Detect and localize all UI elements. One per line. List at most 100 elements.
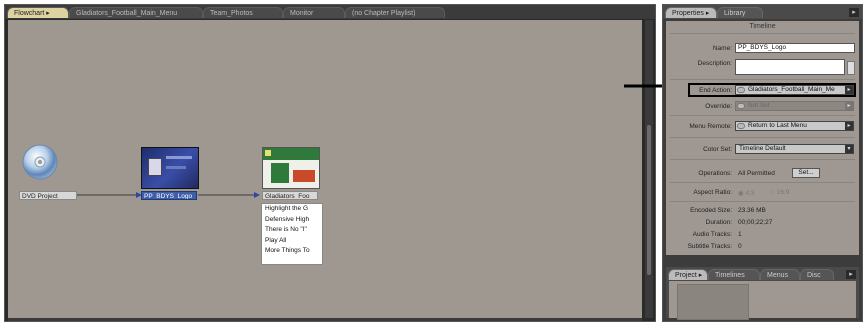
description-field[interactable]	[735, 59, 845, 75]
node-label-menu[interactable]: Gladiators_Foo	[262, 191, 318, 200]
link-pickwhip-icon[interactable]	[737, 103, 745, 109]
tab-label: Disc	[807, 272, 821, 279]
dropdown-arrow-icon[interactable]: ▸	[845, 86, 853, 94]
properties-panel: Properties ▸ Library ▸ Timeline Name: PP…	[662, 4, 863, 322]
tab-label: Team_Photos	[210, 10, 253, 17]
description-scroll[interactable]	[847, 61, 855, 75]
menu-button-item[interactable]: Play All	[262, 236, 322, 247]
tab-menus[interactable]: Menus	[760, 269, 800, 280]
aspect-4-3-radio[interactable]: ◉ 4:3	[738, 189, 755, 197]
encoded-size-value: 23.36 MB	[738, 207, 766, 214]
divider	[670, 137, 855, 138]
flowchart-canvas[interactable]: DVD Project PP_BDYS_Logo Gladiators_Foo …	[8, 20, 642, 318]
operations-label: Operations:	[698, 170, 732, 177]
menu-buttons-list: Highlight the G Defensive High There is …	[261, 203, 323, 265]
override-label: Override:	[705, 103, 732, 110]
section-title: Timeline	[749, 23, 776, 30]
flowchart-panel: Flowchart ▸ Gladiators_Football_Main_Men…	[4, 4, 656, 322]
menu-remote-value: Return to Last Menu	[748, 122, 807, 129]
dropdown-arrow-icon[interactable]: ▸	[845, 102, 853, 110]
duration-label: Duration:	[705, 219, 732, 226]
override-dropdown[interactable]: Not Set ▸	[735, 101, 854, 111]
divider	[670, 201, 855, 202]
menu-thumb-bricks	[293, 170, 315, 182]
aspect-ratio-label: Aspect Ratio:	[693, 189, 732, 196]
tab-label: Monitor	[290, 10, 314, 17]
set-operations-button[interactable]: Set...	[792, 168, 820, 178]
tab-label: Library	[724, 10, 746, 17]
tab-label: Menus	[767, 272, 789, 279]
tab-label: Timelines	[715, 272, 745, 279]
name-field[interactable]: PP_BDYS_Logo	[735, 43, 855, 53]
operations-value: All Permitted	[738, 170, 775, 177]
project-preview-thumbnail	[677, 284, 749, 320]
menu-button-item[interactable]: Highlight the G	[262, 204, 322, 215]
tab-label: Flowchart	[14, 10, 45, 17]
divider	[670, 33, 855, 34]
tab-timelines[interactable]: Timelines	[708, 269, 760, 280]
divider	[670, 182, 855, 183]
flowchart-connectors	[74, 192, 260, 198]
color-set-dropdown[interactable]: Timeline Default ▾	[735, 144, 854, 154]
properties-content: Timeline Name: PP_BDYS_Logo Description:…	[666, 21, 859, 255]
tab-label: Properties	[672, 10, 704, 17]
divider	[670, 79, 855, 80]
project-tab-bar: Project ▸ Timelines Menus Disc ▸	[666, 267, 859, 281]
tab-disc[interactable]: Disc	[800, 269, 834, 280]
tab-library[interactable]: Library	[717, 7, 763, 18]
description-label: Description:	[697, 60, 732, 67]
audio-tracks-label: Audio Tracks:	[692, 231, 732, 238]
menu-thumbnail-icon[interactable]	[262, 147, 320, 189]
flowchart-tab-bar: Flowchart ▸ Gladiators_Football_Main_Men…	[5, 5, 655, 19]
tab-project[interactable]: Project ▸	[668, 269, 708, 280]
menu-thumb-panel	[271, 163, 289, 183]
connector-arrowhead	[254, 192, 260, 198]
tab-label: Project	[675, 272, 697, 279]
menu-button-item[interactable]: There is No "I"	[262, 225, 322, 236]
menu-button-item[interactable]: More Things To	[262, 246, 322, 257]
name-label: Name:	[712, 45, 732, 52]
tab-main-menu[interactable]: Gladiators_Football_Main_Menu	[69, 7, 203, 18]
timeline-thumb-logo	[148, 158, 162, 176]
tab-flowchart[interactable]: Flowchart ▸	[7, 7, 69, 18]
tab-monitor[interactable]: Monitor	[283, 7, 345, 18]
dropdown-arrow-icon[interactable]: ▾	[845, 145, 853, 153]
vertical-scroll-thumb[interactable]	[647, 125, 651, 275]
link-pickwhip-icon[interactable]	[737, 87, 745, 93]
subtitle-tracks-label: Subtitle Tracks:	[687, 243, 732, 250]
aspect-4-3-label: 4:3	[745, 190, 755, 197]
aspect-16-9-label: 16:9	[776, 189, 790, 196]
project-panel: Project ▸ Timelines Menus Disc ▸	[666, 267, 859, 320]
menu-thumb-header	[263, 148, 319, 160]
end-action-label: End Action:	[699, 87, 732, 94]
color-set-label: Color Set:	[703, 146, 732, 153]
audio-tracks-value: 1	[738, 231, 742, 238]
divider	[670, 115, 855, 116]
dvd-disc-icon[interactable]	[22, 144, 58, 180]
panel-menu-icon[interactable]: ▸	[849, 8, 859, 17]
tab-chapter-playlist[interactable]: (no Chapter Playlist)	[345, 7, 445, 18]
timeline-thumb-bar	[166, 156, 192, 159]
tab-team-photos[interactable]: Team_Photos	[203, 7, 283, 18]
menu-remote-label: Menu Remote:	[689, 123, 732, 130]
node-label-dvd-project[interactable]: DVD Project	[19, 191, 77, 200]
node-label-timeline[interactable]: PP_BDYS_Logo	[141, 191, 197, 200]
project-content	[669, 281, 856, 320]
timeline-thumbnail-icon[interactable]	[141, 147, 199, 189]
duration-value: 00;00;22;27	[738, 219, 773, 226]
override-value: Not Set	[748, 102, 770, 109]
subtitle-tracks-value: 0	[738, 243, 742, 250]
link-pickwhip-icon[interactable]	[737, 123, 745, 129]
aspect-16-9-radio[interactable]: ○ 16:9	[771, 189, 789, 196]
menu-remote-dropdown[interactable]: Return to Last Menu ▸	[735, 121, 854, 131]
panel-menu-icon[interactable]: ▸	[846, 270, 856, 279]
end-action-dropdown[interactable]: Gladiators_Football_Main_Me ▸	[735, 85, 854, 95]
tab-properties[interactable]: Properties ▸	[665, 7, 717, 18]
dropdown-arrow-icon[interactable]: ▸	[845, 122, 853, 130]
end-action-value: Gladiators_Football_Main_Me	[748, 86, 835, 93]
divider	[670, 159, 855, 160]
menu-thumb-badge	[265, 150, 271, 156]
horizontal-scrollbar[interactable]	[8, 318, 642, 321]
menu-button-item[interactable]: Defensive High	[262, 215, 322, 226]
color-set-value: Timeline Default	[739, 145, 786, 152]
